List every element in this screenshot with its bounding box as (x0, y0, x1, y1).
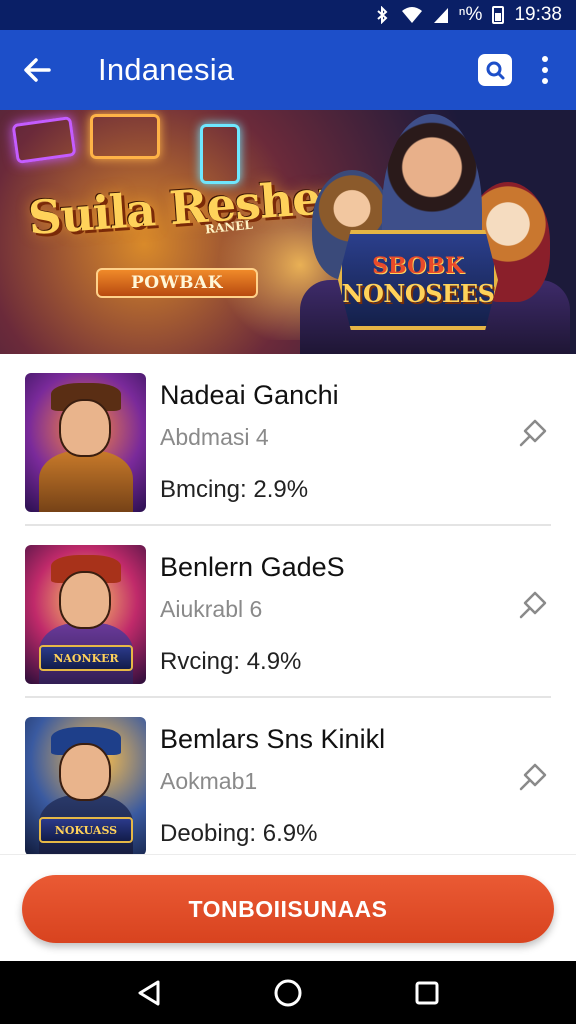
game-thumbnail: NOKUASS (25, 717, 146, 854)
neon-sign-decoration (11, 116, 77, 164)
app-screen: ⁿ% 19:38 Indanesia Suila Reshey RANEL PO… (0, 0, 576, 1024)
wifi-icon (401, 6, 423, 24)
neon-sign-decoration (200, 124, 240, 184)
game-name: Benlern GadeS (160, 552, 345, 582)
overflow-menu-button[interactable] (522, 30, 576, 110)
badge-main-text: NONOSEES (341, 278, 495, 308)
pin-button[interactable] (510, 756, 554, 800)
game-name: Nadeai Ganchi (160, 380, 339, 410)
pin-icon (519, 591, 547, 619)
game-rating: Rvcing: 4.9% (160, 648, 302, 675)
status-bar: ⁿ% 19:38 (0, 0, 576, 30)
game-subtitle: Abdmasi 4 (160, 424, 269, 450)
clock: 19:38 (514, 4, 562, 25)
cell-signal-icon (433, 6, 449, 24)
search-icon (478, 54, 512, 86)
game-rating: Bmcing: 2.9% (160, 476, 309, 503)
arrow-left-icon (24, 58, 51, 82)
primary-action-button[interactable]: TONBOIISUNAAS (22, 875, 554, 943)
nav-home-icon (274, 979, 302, 1006)
list-item[interactable]: NAONKER Benlern GadeS Aiukrabl 6 Rvcing:… (0, 526, 576, 698)
nav-back-icon (138, 980, 160, 1005)
battery-icon (492, 6, 505, 24)
game-subtitle: Aokmab1 (160, 768, 258, 794)
nav-back-button[interactable] (119, 963, 179, 1023)
list-item[interactable]: Nadeai Ganchi Abdmasi 4 Bmcing: 2.9% (0, 354, 576, 526)
banner-pill-label: POWBAK (96, 268, 258, 298)
game-name: Bemlars Sns Kinikl (160, 724, 386, 754)
app-bar: Indanesia (0, 30, 576, 110)
pin-icon (519, 419, 547, 447)
search-button[interactable] (468, 30, 522, 110)
badge-top-text: SBOBK (372, 252, 464, 279)
banner-badge: SBOBK NONOSEES (338, 230, 498, 330)
page-title: Indanesia (98, 52, 235, 87)
pin-icon (519, 763, 547, 791)
bottom-action-area: TONBOIISUNAAS (0, 854, 576, 961)
thumbnail-plaque: NOKUASS (39, 817, 133, 843)
more-vert-icon (542, 56, 548, 84)
navigation-bar (0, 961, 576, 1024)
thumbnail-plaque: NAONKER (39, 645, 133, 671)
pin-button[interactable] (510, 584, 554, 628)
game-subtitle: Aiukrabl 6 (160, 596, 263, 622)
nav-home-button[interactable] (258, 963, 318, 1023)
neon-sign-decoration (90, 114, 160, 159)
bluetooth-icon (373, 6, 391, 24)
pin-button[interactable] (510, 412, 554, 456)
featured-banner[interactable]: Suila Reshey RANEL POWBAK SBOBK NONOSEES (0, 110, 576, 354)
list-item[interactable]: NOKUASS Bemlars Sns Kinikl Aokmab1 Deobi… (0, 698, 576, 854)
back-button[interactable] (0, 30, 74, 110)
nav-recents-icon (415, 981, 439, 1004)
game-rating: Deobing: 6.9% (160, 820, 318, 847)
signal-text: ⁿ% (458, 4, 483, 25)
game-thumbnail: NAONKER (25, 545, 146, 684)
game-thumbnail (25, 373, 146, 512)
game-list: Nadeai Ganchi Abdmasi 4 Bmcing: 2.9% NAO… (0, 354, 576, 854)
nav-recents-button[interactable] (397, 963, 457, 1023)
